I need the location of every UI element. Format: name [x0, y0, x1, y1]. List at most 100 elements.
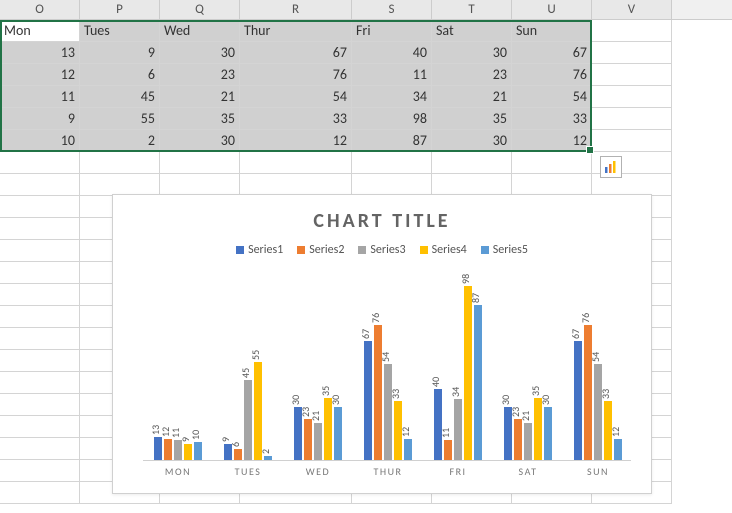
bar[interactable]: 76	[584, 325, 592, 460]
cell[interactable]: Sat	[432, 20, 512, 42]
bar[interactable]: 12	[614, 439, 622, 460]
cell[interactable]: 11	[0, 86, 80, 108]
cell[interactable]	[592, 42, 672, 64]
quick-analysis-button[interactable]	[600, 156, 622, 178]
bar[interactable]: 98	[464, 286, 472, 460]
cell[interactable]: 30	[432, 130, 512, 152]
bar[interactable]: 76	[374, 325, 382, 460]
cell[interactable]: 76	[512, 64, 592, 86]
cell[interactable]: 35	[432, 108, 512, 130]
cell[interactable]	[160, 174, 240, 196]
cell[interactable]: 30	[160, 42, 240, 64]
cell[interactable]	[0, 262, 80, 284]
cell[interactable]	[0, 482, 80, 504]
cell[interactable]: 23	[432, 64, 512, 86]
bar[interactable]: 30	[334, 407, 342, 460]
legend-item[interactable]: Series2	[297, 243, 344, 257]
cell[interactable]: 98	[352, 108, 432, 130]
column-header-T[interactable]: T	[432, 0, 512, 19]
column-header-Q[interactable]: Q	[160, 0, 240, 19]
cell[interactable]: Fri	[352, 20, 432, 42]
cell[interactable]	[0, 152, 80, 174]
cell[interactable]	[592, 20, 672, 42]
cell[interactable]: 9	[80, 42, 160, 64]
bar[interactable]: 21	[314, 423, 322, 460]
bar-group[interactable]: 3023213530	[283, 398, 353, 460]
bar[interactable]: 11	[444, 440, 452, 460]
cell[interactable]	[432, 174, 512, 196]
bar[interactable]: 23	[304, 419, 312, 460]
cell[interactable]: 87	[352, 130, 432, 152]
cell[interactable]: 30	[160, 130, 240, 152]
cell[interactable]	[0, 174, 80, 196]
cell[interactable]	[592, 108, 672, 130]
cell[interactable]	[432, 152, 512, 174]
bar[interactable]: 40	[434, 389, 442, 460]
cell[interactable]: 30	[432, 42, 512, 64]
bar[interactable]: 9	[184, 444, 192, 460]
bar[interactable]: 35	[324, 398, 332, 460]
cell[interactable]	[240, 152, 352, 174]
bar[interactable]: 23	[514, 419, 522, 460]
bar[interactable]: 35	[534, 398, 542, 460]
bar[interactable]: 87	[474, 305, 482, 460]
bar[interactable]: 6	[234, 449, 242, 460]
column-headers[interactable]: OPQRSTUV	[0, 0, 732, 20]
bar-group[interactable]: 6776543312	[353, 325, 423, 460]
cell[interactable]	[352, 152, 432, 174]
cell[interactable]: 21	[432, 86, 512, 108]
cell[interactable]	[0, 240, 80, 262]
cell[interactable]	[592, 130, 672, 152]
cell[interactable]: 10	[0, 130, 80, 152]
cell[interactable]: Mon	[0, 20, 80, 42]
cell[interactable]	[512, 152, 592, 174]
bar[interactable]: 10	[194, 442, 202, 460]
cell[interactable]	[352, 174, 432, 196]
bar[interactable]: 21	[524, 423, 532, 460]
cell[interactable]: Thur	[240, 20, 352, 42]
cell[interactable]: 67	[240, 42, 352, 64]
legend-item[interactable]: Series1	[236, 243, 283, 257]
legend-item[interactable]: Series3	[358, 243, 405, 257]
column-header-U[interactable]: U	[512, 0, 592, 19]
cell[interactable]	[0, 350, 80, 372]
bar-group[interactable]: 4011349887	[423, 286, 493, 460]
cell[interactable]	[80, 174, 160, 196]
cell[interactable]: 9	[0, 108, 80, 130]
bar[interactable]: 54	[384, 364, 392, 460]
cell[interactable]: 12	[512, 130, 592, 152]
cell[interactable]	[0, 372, 80, 394]
bar-group[interactable]: 3023213530	[493, 398, 563, 460]
cell[interactable]: 76	[240, 64, 352, 86]
cell[interactable]: 40	[352, 42, 432, 64]
cell[interactable]: Sun	[512, 20, 592, 42]
cell[interactable]: 33	[240, 108, 352, 130]
cell[interactable]: Wed	[160, 20, 240, 42]
chart-legend[interactable]: Series1Series2Series3Series4Series5	[113, 243, 651, 257]
bar[interactable]: 12	[164, 439, 172, 460]
column-header-P[interactable]: P	[80, 0, 160, 19]
cell[interactable]	[0, 328, 80, 350]
bar[interactable]: 67	[574, 341, 582, 460]
cell[interactable]: 35	[160, 108, 240, 130]
cell[interactable]: Tues	[80, 20, 160, 42]
cell[interactable]	[0, 306, 80, 328]
embedded-chart[interactable]: CHART TITLE Series1Series2Series3Series4…	[112, 194, 652, 494]
bar[interactable]: 2	[264, 456, 272, 460]
cell[interactable]: 11	[352, 64, 432, 86]
column-header-S[interactable]: S	[352, 0, 432, 19]
column-header-O[interactable]: O	[0, 0, 80, 19]
cell[interactable]: 12	[0, 64, 80, 86]
bar[interactable]: 30	[544, 407, 552, 460]
bar-group[interactable]: 131211910	[143, 437, 213, 460]
chart-plot-area[interactable]: 1312119109645552302321353067765433124011…	[143, 285, 631, 461]
cell[interactable]: 54	[240, 86, 352, 108]
cell[interactable]	[0, 438, 80, 460]
cell[interactable]	[0, 196, 80, 218]
cell[interactable]: 2	[80, 130, 160, 152]
cell[interactable]: 54	[512, 86, 592, 108]
bar[interactable]: 55	[254, 362, 262, 460]
bar[interactable]: 11	[174, 440, 182, 460]
column-header-R[interactable]: R	[240, 0, 352, 19]
cell[interactable]	[80, 152, 160, 174]
